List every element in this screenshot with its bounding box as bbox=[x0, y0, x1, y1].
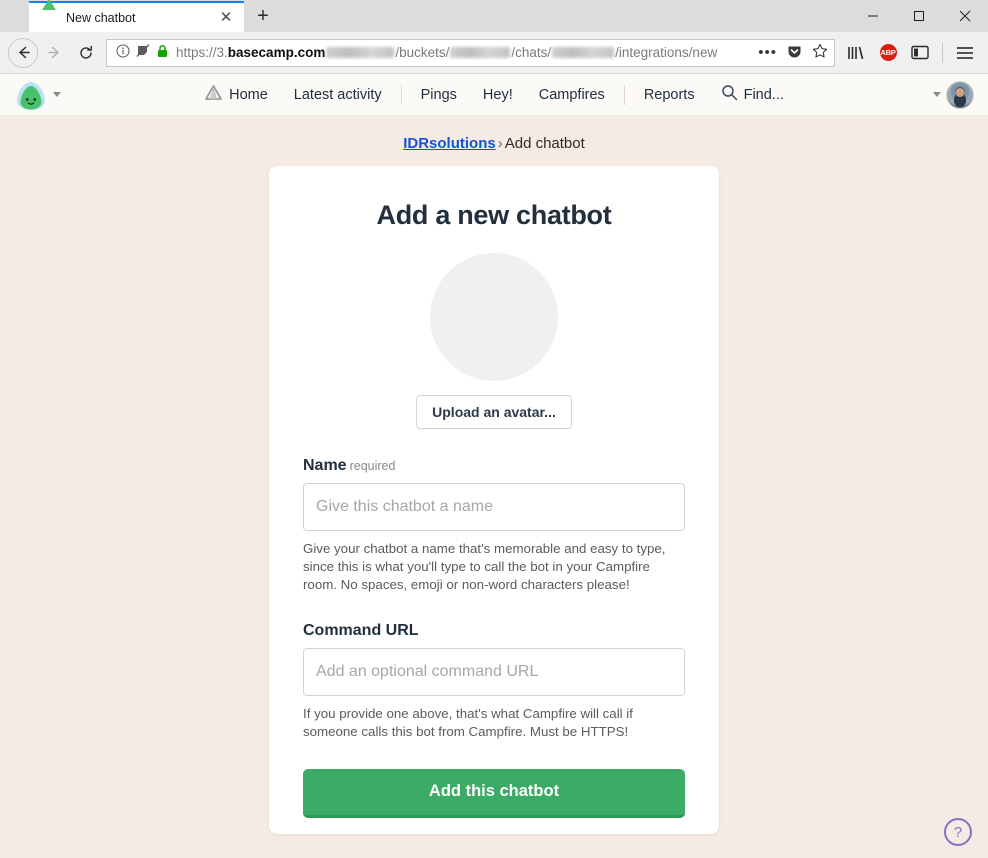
adblock-plus-icon[interactable]: ABP bbox=[873, 38, 903, 68]
breadcrumb-current: Add chatbot bbox=[504, 135, 585, 152]
chatbot-avatar-placeholder[interactable] bbox=[430, 253, 558, 381]
tab-strip: New chatbot ✕ + bbox=[0, 0, 282, 32]
avatar[interactable] bbox=[946, 80, 974, 109]
back-icon[interactable] bbox=[8, 37, 38, 68]
field-name: Namerequired Give your chatbot a name th… bbox=[303, 457, 685, 594]
command-url-input[interactable] bbox=[303, 647, 685, 696]
nav-item-home[interactable]: Home bbox=[191, 84, 281, 105]
nav-item-find[interactable]: Find... bbox=[708, 84, 797, 105]
nav-item-latest-activity[interactable]: Latest activity bbox=[281, 87, 395, 103]
nav-item-hey[interactable]: Hey! bbox=[470, 87, 526, 103]
pocket-icon[interactable] bbox=[787, 44, 802, 62]
field-name-help: Give your chatbot a name that's memorabl… bbox=[303, 541, 666, 592]
add-chatbot-card: Add a new chatbot Upload an avatar... Na… bbox=[269, 166, 719, 834]
basecamp-logo-icon bbox=[14, 80, 48, 110]
browser-window: New chatbot ✕ + https://3. basecamp.com … bbox=[0, 0, 988, 858]
url-redacted-segment bbox=[326, 47, 395, 58]
help-button[interactable]: ? bbox=[944, 818, 972, 846]
app-nav-links: Home Latest activity Pings Hey! Campfire… bbox=[0, 84, 988, 105]
address-bar-icons bbox=[116, 44, 168, 61]
account-menu[interactable] bbox=[933, 80, 974, 109]
field-name-label: Name required bbox=[303, 457, 685, 475]
app-navbar: Home Latest activity Pings Hey! Campfire… bbox=[0, 74, 988, 115]
url-scheme: https://3. bbox=[176, 45, 228, 60]
url-path-2: /chats/ bbox=[511, 45, 552, 60]
field-command-url-label: Command URL bbox=[303, 622, 685, 640]
breadcrumb: IDRsolutions › Add chatbot bbox=[0, 115, 988, 166]
nav-divider bbox=[623, 84, 625, 105]
upload-avatar-button[interactable]: Upload an avatar... bbox=[416, 395, 572, 429]
nav-divider bbox=[400, 84, 402, 105]
tab-title: New chatbot bbox=[66, 10, 136, 25]
address-bar[interactable]: https://3. basecamp.com/buckets/ /chats/ /i… bbox=[106, 38, 835, 67]
lock-icon[interactable] bbox=[157, 44, 168, 61]
chevron-down-icon bbox=[933, 92, 941, 97]
browser-tab-active[interactable]: New chatbot ✕ bbox=[29, 1, 244, 32]
home-icon bbox=[204, 84, 223, 105]
field-command-url-label-text: Command URL bbox=[303, 621, 419, 639]
reload-icon[interactable] bbox=[70, 37, 102, 69]
menu-icon[interactable] bbox=[950, 38, 980, 68]
basecamp-logo-icon bbox=[41, 10, 57, 26]
field-name-label-text: Name bbox=[303, 457, 347, 474]
breadcrumb-project-link[interactable]: IDRsolutions bbox=[403, 135, 496, 152]
forward-icon bbox=[38, 37, 70, 69]
close-window-icon[interactable] bbox=[942, 0, 988, 32]
nav-item-find-label: Find... bbox=[743, 86, 784, 103]
minimize-icon[interactable] bbox=[850, 0, 896, 32]
chevron-down-icon bbox=[53, 92, 61, 97]
nav-item-campfires[interactable]: Campfires bbox=[526, 87, 618, 103]
new-tab-button[interactable]: + bbox=[244, 1, 282, 32]
nav-item-reports[interactable]: Reports bbox=[631, 87, 708, 103]
page-content: Home Latest activity Pings Hey! Campfire… bbox=[0, 74, 988, 858]
field-command-url: Command URL If you provide one above, th… bbox=[303, 622, 685, 741]
url-redacted-segment bbox=[450, 47, 511, 58]
app-logo-button[interactable] bbox=[14, 80, 61, 110]
star-icon[interactable] bbox=[812, 43, 828, 62]
toolbar-divider bbox=[942, 42, 943, 63]
browser-navbar: https://3. basecamp.com/buckets/ /chats/ /i… bbox=[0, 32, 988, 74]
breadcrumb-separator: › bbox=[497, 135, 503, 152]
browser-titlebar: New chatbot ✕ + bbox=[0, 0, 988, 32]
library-icon[interactable] bbox=[841, 38, 871, 68]
nav-item-home-label: Home bbox=[229, 86, 268, 103]
address-bar-actions: ••• bbox=[748, 43, 828, 62]
avatar-uploader: Upload an avatar... bbox=[303, 253, 685, 429]
page-actions-icon[interactable]: ••• bbox=[758, 45, 777, 60]
tracking-protection-icon[interactable] bbox=[136, 44, 151, 61]
info-icon[interactable] bbox=[116, 44, 130, 61]
url-path-3: /integrations/new bbox=[615, 45, 718, 60]
url-domain: basecamp.com bbox=[227, 45, 326, 60]
browser-toolbar-icons: ABP bbox=[841, 38, 980, 68]
url-redacted-segment bbox=[552, 47, 615, 58]
window-controls bbox=[850, 0, 988, 32]
adblock-label: ABP bbox=[879, 44, 897, 61]
field-name-required-note: required bbox=[349, 459, 396, 473]
close-icon[interactable]: ✕ bbox=[216, 8, 236, 28]
page-title: Add a new chatbot bbox=[376, 200, 612, 230]
nav-item-pings[interactable]: Pings bbox=[408, 87, 470, 103]
url-text: https://3. basecamp.com/buckets/ /chats/ /i… bbox=[176, 45, 748, 60]
sidebar-icon[interactable] bbox=[905, 38, 935, 68]
maximize-icon[interactable] bbox=[896, 0, 942, 32]
name-input[interactable] bbox=[303, 483, 685, 531]
url-path-1: /buckets/ bbox=[395, 45, 450, 60]
field-command-url-help: If you provide one above, that's what Ca… bbox=[303, 705, 633, 739]
add-chatbot-button[interactable]: Add this chatbot bbox=[303, 768, 685, 818]
search-icon bbox=[721, 84, 738, 105]
